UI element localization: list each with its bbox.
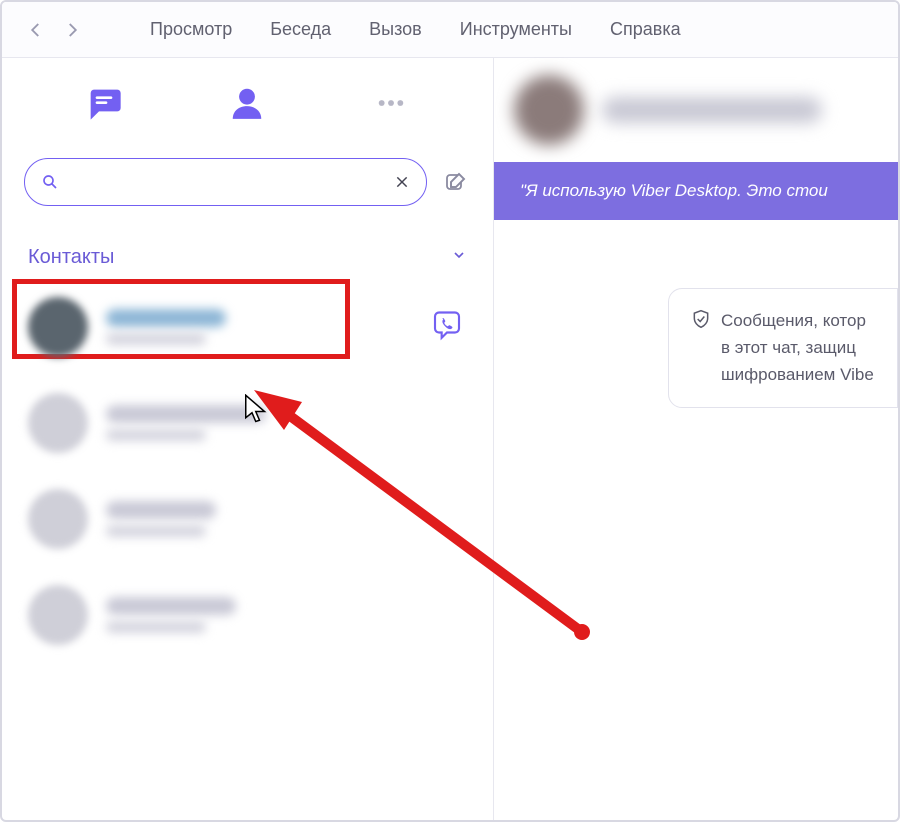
menu-tools[interactable]: Инструменты bbox=[460, 19, 572, 40]
viber-icon bbox=[431, 309, 463, 341]
tab-chats[interactable] bbox=[84, 83, 124, 123]
encryption-line1: Сообщения, котор bbox=[721, 311, 866, 330]
encryption-line3: шифрованием Vibe bbox=[721, 365, 874, 384]
menu-view[interactable]: Просмотр bbox=[150, 19, 232, 40]
contact-row[interactable] bbox=[2, 471, 493, 567]
encryption-line2: в этот чат, защиц bbox=[721, 338, 856, 357]
chat-bubble-icon bbox=[84, 83, 124, 123]
nav-forward-button[interactable] bbox=[54, 12, 90, 48]
chat-avatar[interactable] bbox=[514, 75, 584, 145]
contacts-list bbox=[2, 279, 493, 820]
avatar bbox=[28, 585, 88, 645]
tab-more[interactable] bbox=[371, 83, 411, 123]
tab-contacts[interactable] bbox=[227, 83, 267, 123]
menu-items: Просмотр Беседа Вызов Инструменты Справк… bbox=[150, 19, 681, 40]
contact-row[interactable] bbox=[2, 567, 493, 663]
search-row bbox=[2, 148, 493, 216]
contact-subtitle bbox=[106, 621, 206, 633]
search-box[interactable] bbox=[24, 158, 427, 206]
compose-button[interactable] bbox=[441, 167, 471, 197]
shield-icon bbox=[691, 309, 711, 329]
menu-chat[interactable]: Беседа bbox=[270, 19, 331, 40]
search-icon bbox=[41, 173, 59, 191]
contact-subtitle bbox=[106, 429, 206, 441]
avatar bbox=[28, 297, 88, 357]
left-panel: Контакты bbox=[2, 58, 494, 820]
contacts-section-header[interactable]: Контакты bbox=[2, 216, 493, 279]
contacts-section-title: Контакты bbox=[28, 246, 114, 269]
viber-call-button[interactable] bbox=[431, 309, 463, 346]
person-icon bbox=[228, 84, 266, 122]
chevron-down-icon[interactable] bbox=[451, 247, 467, 268]
contact-name bbox=[106, 501, 216, 519]
nav-back-button[interactable] bbox=[18, 12, 54, 48]
contact-name bbox=[106, 597, 236, 615]
menubar: Просмотр Беседа Вызов Инструменты Справк… bbox=[2, 2, 898, 58]
left-tabs bbox=[2, 58, 493, 148]
compose-icon bbox=[444, 170, 468, 194]
avatar bbox=[28, 489, 88, 549]
status-banner: "Я использую Viber Desktop. Это стои bbox=[494, 162, 898, 220]
more-horizontal-icon bbox=[375, 87, 407, 119]
contact-subtitle bbox=[106, 525, 206, 537]
contact-row[interactable] bbox=[2, 375, 493, 471]
search-input[interactable] bbox=[59, 173, 394, 191]
app-window: Просмотр Беседа Вызов Инструменты Справк… bbox=[0, 0, 900, 822]
avatar bbox=[28, 393, 88, 453]
clear-search-icon[interactable] bbox=[394, 174, 410, 190]
contact-name bbox=[106, 309, 226, 327]
menu-help[interactable]: Справка bbox=[610, 19, 681, 40]
contact-subtitle bbox=[106, 333, 206, 345]
banner-text: "Я использую Viber Desktop. Это стои bbox=[520, 181, 828, 201]
encryption-notice: Сообщения, котор в этот чат, защиц шифро… bbox=[668, 288, 898, 408]
chat-header bbox=[494, 58, 898, 162]
chat-panel: "Я использую Viber Desktop. Это стои Соо… bbox=[494, 58, 898, 820]
contact-name bbox=[106, 405, 266, 423]
chat-contact-name bbox=[602, 97, 822, 123]
contact-row[interactable] bbox=[2, 279, 493, 375]
menu-call[interactable]: Вызов bbox=[369, 19, 422, 40]
